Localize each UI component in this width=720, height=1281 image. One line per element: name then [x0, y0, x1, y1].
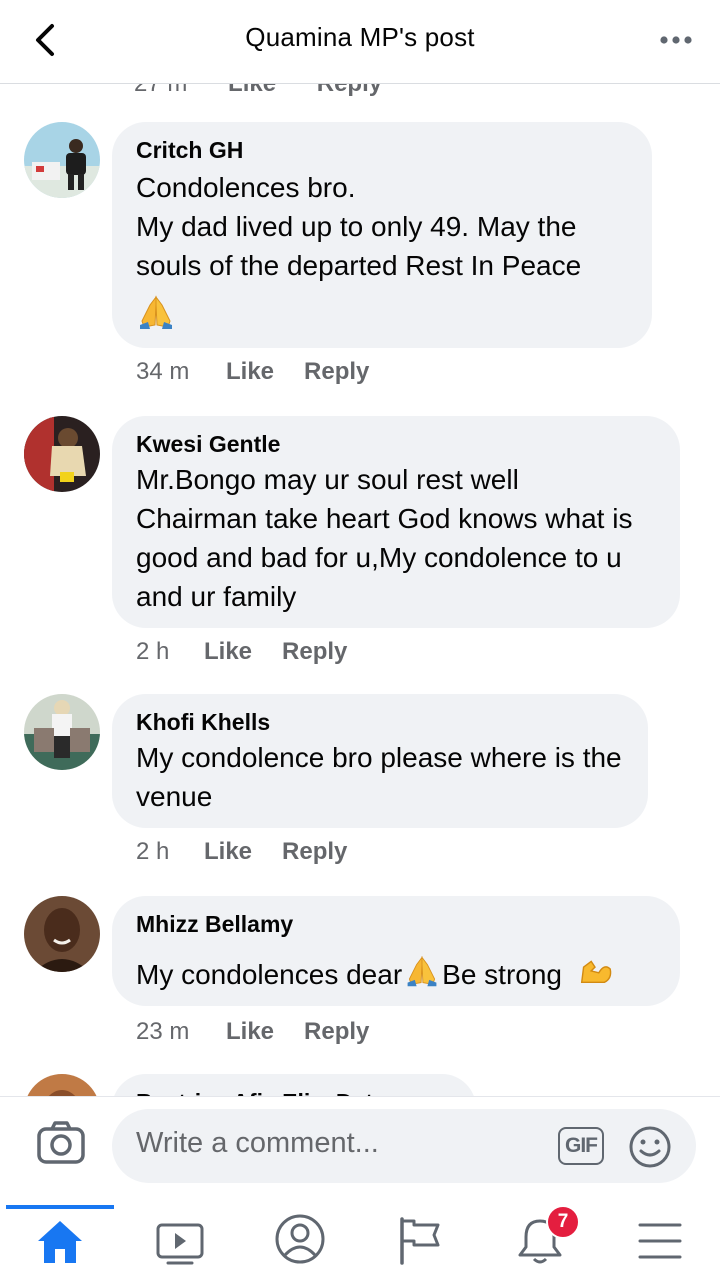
more-options-button[interactable] — [658, 28, 698, 52]
nav-notifications[interactable]: 7 — [480, 1205, 600, 1267]
folded-hands-emoji — [136, 291, 628, 336]
comment-meta: 34 m Like Reply — [136, 358, 369, 386]
avatar[interactable] — [24, 694, 100, 770]
comment-text: Mr.Bongo may ur soul rest well Chairman … — [136, 464, 633, 612]
like-link[interactable]: Like — [204, 638, 252, 665]
comment-bubble[interactable]: Mhizz Bellamy My condolences dear Be stro… — [112, 896, 680, 1006]
top-bar: Quamina MP's post — [0, 0, 720, 84]
comment-author[interactable]: Critch GH — [136, 136, 628, 164]
reply-link[interactable]: Reply — [282, 838, 347, 865]
nav-home[interactable] — [0, 1205, 120, 1267]
comment-author[interactable]: Beatrice Afia Eli... Dat... — [136, 1088, 452, 1096]
avatar[interactable] — [24, 896, 100, 972]
comment-meta: 2 h Like Reply — [136, 838, 347, 866]
comment-bubble[interactable]: Beatrice Afia Eli... Dat... — [112, 1074, 476, 1096]
avatar[interactable] — [24, 122, 100, 198]
nav-profile[interactable] — [240, 1207, 360, 1267]
comment-composer: Write a comment... GIF — [0, 1096, 720, 1197]
comment-time: 2 h — [136, 838, 170, 865]
smiley-icon — [629, 1126, 671, 1168]
comments-list: 27 m Like Reply Critch GH Condolences br… — [0, 84, 720, 1096]
like-link[interactable]: Like — [204, 838, 252, 865]
reply-link[interactable]: Reply — [304, 358, 369, 385]
comment-text: My condolences dear Be strong — [136, 950, 656, 998]
like-link[interactable]: Like — [228, 84, 276, 97]
page-title: Quamina MP's post — [245, 22, 475, 52]
nav-video[interactable] — [120, 1207, 240, 1267]
camera-button[interactable] — [36, 1119, 86, 1167]
nav-pages[interactable] — [360, 1207, 480, 1267]
bottom-navigation: 7 — [0, 1196, 720, 1281]
menu-icon — [638, 1223, 682, 1259]
reply-link[interactable]: Reply — [317, 84, 382, 97]
gif-button[interactable]: GIF — [558, 1127, 604, 1165]
comment-bubble[interactable]: Critch GH Condolences bro. My dad lived … — [112, 122, 652, 348]
more-horizontal-icon — [660, 36, 692, 44]
folded-hands-emoji — [402, 952, 442, 998]
avatar[interactable] — [24, 416, 100, 492]
comment-meta: 23 m Like Reply — [136, 1018, 369, 1046]
reply-link[interactable]: Reply — [304, 1018, 369, 1045]
comment-time: 27 m — [134, 84, 187, 97]
profile-icon — [275, 1214, 325, 1264]
video-icon — [156, 1223, 204, 1265]
comment-time: 23 m — [136, 1018, 190, 1045]
comment-author[interactable]: Khofi Khells — [136, 708, 624, 736]
like-link[interactable]: Like — [226, 358, 274, 385]
nav-menu[interactable] — [600, 1207, 720, 1267]
comment-author[interactable]: Mhizz Bellamy — [136, 910, 656, 938]
comment-input[interactable]: Write a comment... GIF — [112, 1109, 696, 1183]
comment-meta-partial: 27 m Like Reply — [134, 84, 416, 98]
comment-time: 34 m — [136, 358, 190, 385]
comment-text-part: My condolences dear — [136, 959, 403, 990]
comment-text: My condolence bro please where is the ve… — [136, 742, 622, 812]
reply-link[interactable]: Reply — [282, 638, 347, 665]
camera-icon — [37, 1121, 85, 1164]
like-link[interactable]: Like — [226, 1018, 274, 1045]
notification-badge: 7 — [546, 1205, 580, 1239]
comment-time: 2 h — [136, 638, 170, 665]
comment-bubble[interactable]: Kwesi Gentle Mr.Bongo may ur soul rest w… — [112, 416, 680, 628]
comment-text: Condolences bro. My dad lived up to only… — [136, 172, 582, 281]
comment-input-placeholder: Write a comment... — [136, 1127, 379, 1159]
avatar[interactable] — [24, 1074, 100, 1096]
comment-bubble[interactable]: Khofi Khells My condolence bro please wh… — [112, 694, 648, 828]
comment-meta: 2 h Like Reply — [136, 638, 347, 666]
flexed-biceps-emoji — [576, 950, 614, 998]
active-tab-indicator — [6, 1205, 114, 1209]
comment-author[interactable]: Kwesi Gentle — [136, 430, 656, 458]
pages-flag-icon — [400, 1217, 440, 1265]
home-icon — [38, 1221, 82, 1263]
comment-text-part: Be strong — [442, 959, 563, 990]
emoji-button[interactable] — [628, 1125, 672, 1169]
